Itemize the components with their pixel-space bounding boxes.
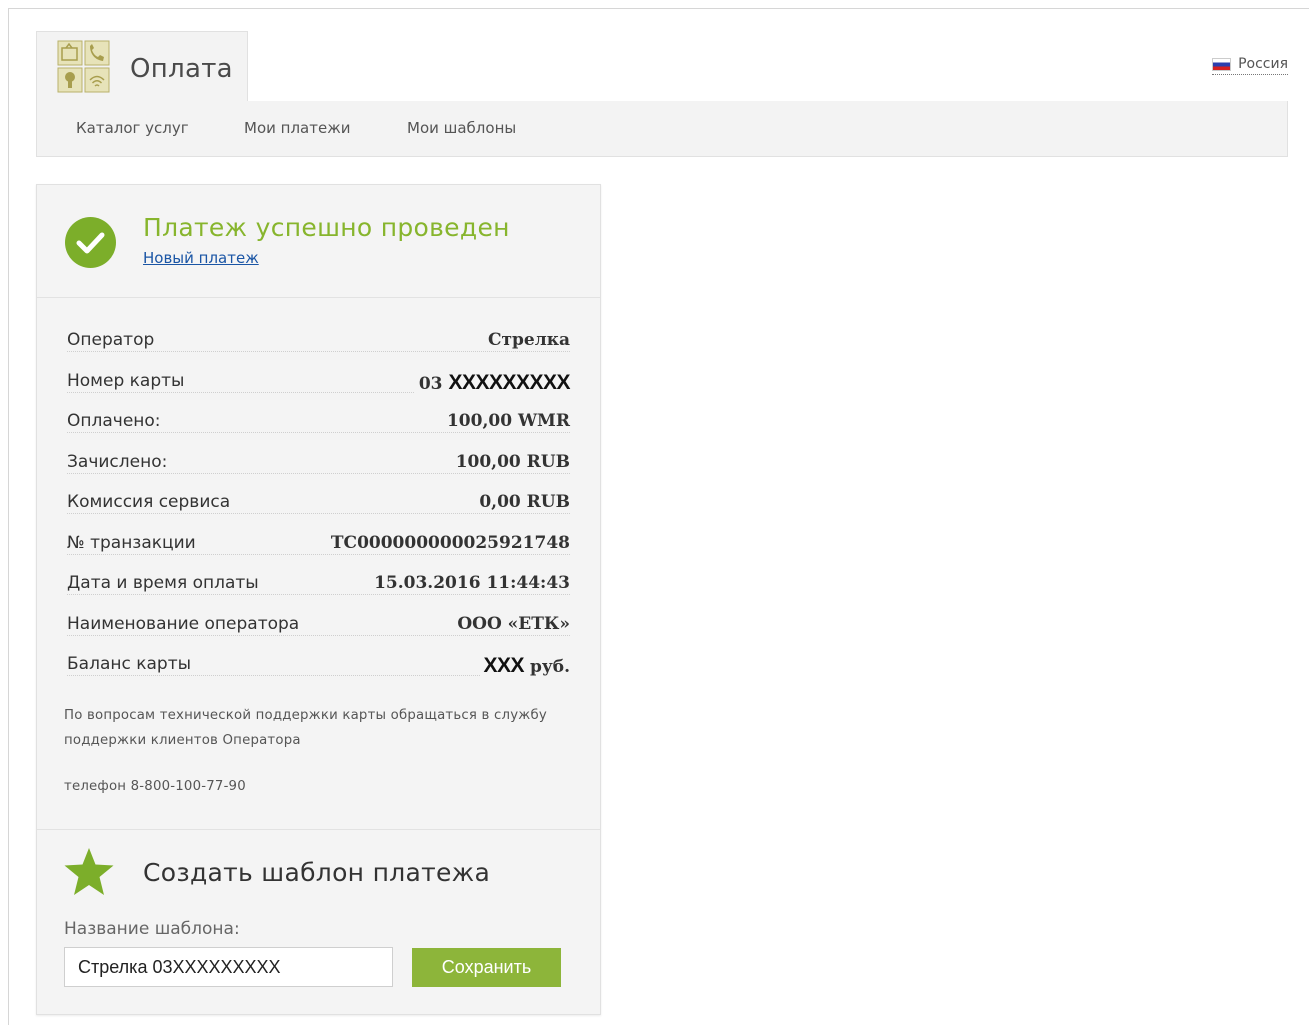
detail-row-transaction: № транзакции TC000000000025921748 [67, 532, 570, 574]
support-note: По вопросам технической поддержки карты … [64, 708, 547, 748]
support-phone: телефон 8-800-100-77-90 [64, 779, 246, 794]
detail-value: 100,00 WMR [442, 411, 570, 431]
star-icon [64, 848, 114, 895]
detail-row-card-number: Номер карты 03 XXXXXXXXX [67, 370, 570, 412]
detail-row-paid: Оплачено: 100,00 WMR [67, 411, 570, 452]
payment-tab: Оплата [36, 31, 248, 102]
new-payment-link[interactable]: Новый платеж [143, 249, 259, 267]
payment-result-card: Платеж успешно проведен Новый платеж Опе… [36, 184, 601, 1015]
success-title: Платеж успешно проведен [143, 213, 510, 242]
success-header: Платеж успешно проведен Новый платеж [37, 185, 600, 298]
card-number-masked: XXXXXXXXX [448, 370, 570, 394]
detail-label: Оператор [67, 330, 159, 350]
nav-item-my-payments[interactable]: Мои платежи [244, 119, 350, 137]
detail-label: Оплачено: [67, 411, 165, 431]
detail-label: Баланс карты [67, 654, 196, 674]
detail-value: XXX руб. [479, 654, 570, 678]
card-number-prefix: 03 [418, 373, 443, 394]
detail-row-fee: Комиссия сервиса 0,00 RUB [67, 492, 570, 533]
balance-currency: руб. [529, 657, 570, 677]
language-label: Россия [1238, 56, 1288, 72]
detail-label: № транзакции [67, 532, 200, 553]
balance-masked: XXX [483, 654, 525, 677]
nav-item-service-catalog[interactable]: Каталог услуг [76, 119, 189, 137]
detail-value: 15.03.2016 11:44:43 [370, 573, 570, 593]
create-template-section: Создать шаблон платежа Название шаблона:… [37, 829, 600, 1016]
russia-flag-icon [1212, 57, 1232, 71]
detail-value: 100,00 RUB [451, 451, 570, 472]
success-check-icon [65, 217, 116, 268]
page-title: Оплата [130, 54, 233, 84]
detail-value: Стрелка [483, 330, 570, 350]
template-name-input[interactable] [64, 947, 393, 987]
detail-label: Комиссия сервиса [67, 492, 235, 512]
detail-value: 03 XXXXXXXXX [414, 370, 570, 395]
detail-row-operator: Оператор Стрелка [67, 330, 570, 371]
language-selector[interactable]: Россия [1212, 56, 1288, 75]
save-button[interactable]: Сохранить [412, 948, 561, 987]
detail-label: Дата и время оплаты [67, 573, 263, 593]
detail-label: Номер карты [67, 370, 189, 391]
detail-value: TC000000000025921748 [326, 532, 570, 553]
services-icon [57, 40, 110, 93]
payment-details: Оператор Стрелка Номер карты 03 XXXXXXXX… [67, 330, 570, 695]
template-title: Создать шаблон платежа [143, 858, 491, 887]
detail-label: Наименование оператора [67, 613, 304, 634]
nav-bar: Каталог услуг Мои платежи Мои шаблоны [36, 101, 1288, 157]
detail-value: 0,00 RUB [475, 492, 570, 512]
detail-row-credited: Зачислено: 100,00 RUB [67, 451, 570, 493]
detail-label: Зачислено: [67, 451, 172, 472]
detail-row-datetime: Дата и время оплаты 15.03.2016 11:44:43 [67, 573, 570, 614]
detail-row-balance: Баланс карты XXX руб. [67, 654, 570, 695]
nav-item-my-templates[interactable]: Мои шаблоны [407, 119, 516, 137]
detail-value: ООО «ЕТК» [453, 613, 570, 634]
detail-row-operator-name: Наименование оператора ООО «ЕТК» [67, 613, 570, 655]
template-name-label: Название шаблона: [64, 919, 240, 939]
